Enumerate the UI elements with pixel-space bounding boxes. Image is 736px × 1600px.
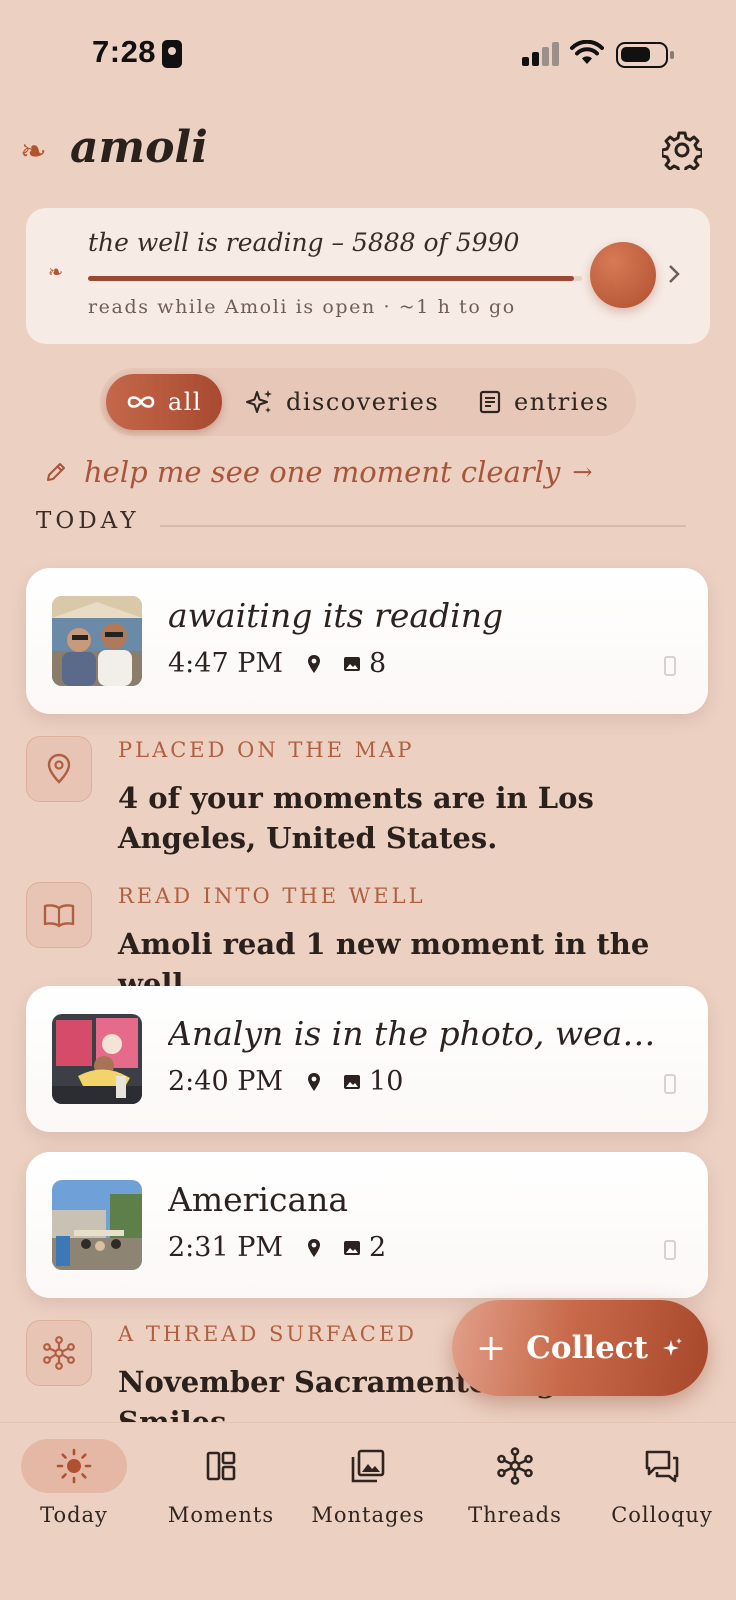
document-icon	[479, 390, 501, 414]
moment-title: Analyn is in the photo, wearing su...	[168, 1014, 668, 1053]
moment-thumbnail	[52, 1180, 142, 1270]
battery-icon	[616, 42, 674, 68]
chat-icon	[609, 1439, 715, 1493]
moment-meta: 2:40 PM 10	[168, 1066, 403, 1097]
leaf-icon: ❧	[48, 262, 64, 283]
tab-label: Colloquy	[611, 1503, 713, 1527]
filter-discoveries-label: discoveries	[286, 388, 440, 416]
moment-photo-count: 10	[369, 1066, 404, 1097]
phone-device-icon	[664, 1240, 676, 1260]
event-label: PLACED ON THE MAP	[118, 738, 415, 762]
infinity-icon	[127, 396, 155, 408]
moment-thumbnail	[52, 1014, 142, 1104]
filter-segmented-control: all discoveries entries	[100, 368, 636, 436]
image-icon	[344, 656, 361, 671]
sun-icon	[21, 1439, 127, 1493]
filter-all-button[interactable]: all	[106, 374, 222, 430]
moment-card[interactable]: awaiting its reading 4:47 PM 8	[26, 568, 708, 714]
chevron-right-icon[interactable]	[666, 260, 684, 288]
wifi-icon	[570, 40, 604, 64]
network-icon	[26, 1320, 92, 1386]
plus-icon: +	[476, 1327, 507, 1369]
moment-meta: 2:31 PM 2	[168, 1232, 386, 1263]
moment-card[interactable]: Americana 2:31 PM 2	[26, 1152, 708, 1298]
phone-device-icon	[664, 1074, 676, 1094]
event-label: READ INTO THE WELL	[118, 884, 426, 908]
tab-threads[interactable]: Threads	[445, 1439, 585, 1549]
tab-today[interactable]: Today	[4, 1439, 144, 1549]
arrow-right-icon: →	[572, 458, 593, 486]
phone-device-icon	[664, 656, 676, 676]
moment-photo-count: 2	[369, 1232, 387, 1263]
help-see-moment-link[interactable]: help me see one moment clearly →	[44, 452, 593, 492]
tab-label: Moments	[167, 1503, 275, 1527]
tab-label: Threads	[468, 1503, 562, 1527]
moment-thumbnail	[52, 596, 142, 686]
location-pin-icon	[308, 1072, 321, 1091]
moment-time: 2:31 PM	[168, 1232, 284, 1263]
layout-icon	[168, 1439, 274, 1493]
image-icon	[344, 1240, 361, 1255]
sparkles-icon	[246, 390, 272, 413]
well-reading-card[interactable]: ❧ the well is reading – 5888 of 5990 rea…	[26, 208, 710, 344]
pencil-icon	[47, 463, 65, 481]
tab-label: Today	[40, 1503, 108, 1527]
moment-card[interactable]: Analyn is in the photo, wearing su... 2:…	[26, 986, 708, 1132]
tab-montages[interactable]: Montages	[298, 1439, 438, 1549]
location-pin-icon	[308, 1238, 321, 1257]
filter-entries-label: entries	[514, 388, 610, 416]
filter-entries-button[interactable]: entries	[478, 374, 609, 430]
moment-title: awaiting its reading	[168, 596, 504, 635]
app-header: ❧ amoli	[0, 100, 736, 198]
moment-meta: 4:47 PM 8	[168, 648, 386, 679]
status-bar: 7:28	[0, 0, 736, 100]
map-pin-icon	[26, 736, 92, 802]
bottom-tab-bar: Today Moments Montages Threads Colloquy	[0, 1422, 736, 1600]
moon-button[interactable]	[590, 242, 656, 308]
leaf-logo-icon: ❧	[20, 132, 47, 170]
event-text: 4 of your moments are in Los Angeles, Un…	[118, 781, 594, 855]
sparkles-icon	[663, 1338, 682, 1356]
tab-moments[interactable]: Moments	[151, 1439, 291, 1549]
moment-photo-count: 8	[369, 648, 387, 679]
cellular-signal-icon	[522, 42, 560, 66]
moon-icon	[612, 262, 626, 288]
tab-label: Montages	[311, 1503, 425, 1527]
help-link-label: help me see one moment clearly	[84, 455, 561, 489]
collect-button[interactable]: + Collect	[452, 1300, 708, 1396]
moment-time: 4:47 PM	[168, 648, 284, 679]
photos-icon	[315, 1439, 421, 1493]
reading-progress-fill	[88, 276, 574, 281]
moment-title: Americana	[168, 1180, 349, 1219]
contact-badge-icon	[162, 40, 182, 68]
reading-status-subtitle: reads while Amoli is open · ~1 h to go	[88, 296, 516, 318]
network-icon	[462, 1439, 568, 1493]
gear-icon[interactable]	[662, 130, 702, 170]
open-book-icon	[26, 882, 92, 948]
reading-status-title: the well is reading – 5888 of 5990	[88, 228, 520, 257]
event-label: A THREAD SURFACED	[118, 1322, 418, 1346]
app-title: amoli	[70, 122, 208, 173]
section-divider	[160, 525, 686, 527]
image-icon	[344, 1074, 361, 1089]
filter-all-label: all	[167, 388, 203, 416]
status-time: 7:28	[92, 34, 157, 69]
location-pin-icon	[308, 654, 321, 673]
collect-label: Collect	[526, 1330, 648, 1366]
moment-time: 2:40 PM	[168, 1066, 284, 1097]
section-header-today: TODAY	[36, 508, 140, 534]
reading-progress-bar	[88, 276, 582, 281]
tab-colloquy[interactable]: Colloquy	[592, 1439, 732, 1549]
filter-discoveries-button[interactable]: discoveries	[246, 374, 439, 430]
